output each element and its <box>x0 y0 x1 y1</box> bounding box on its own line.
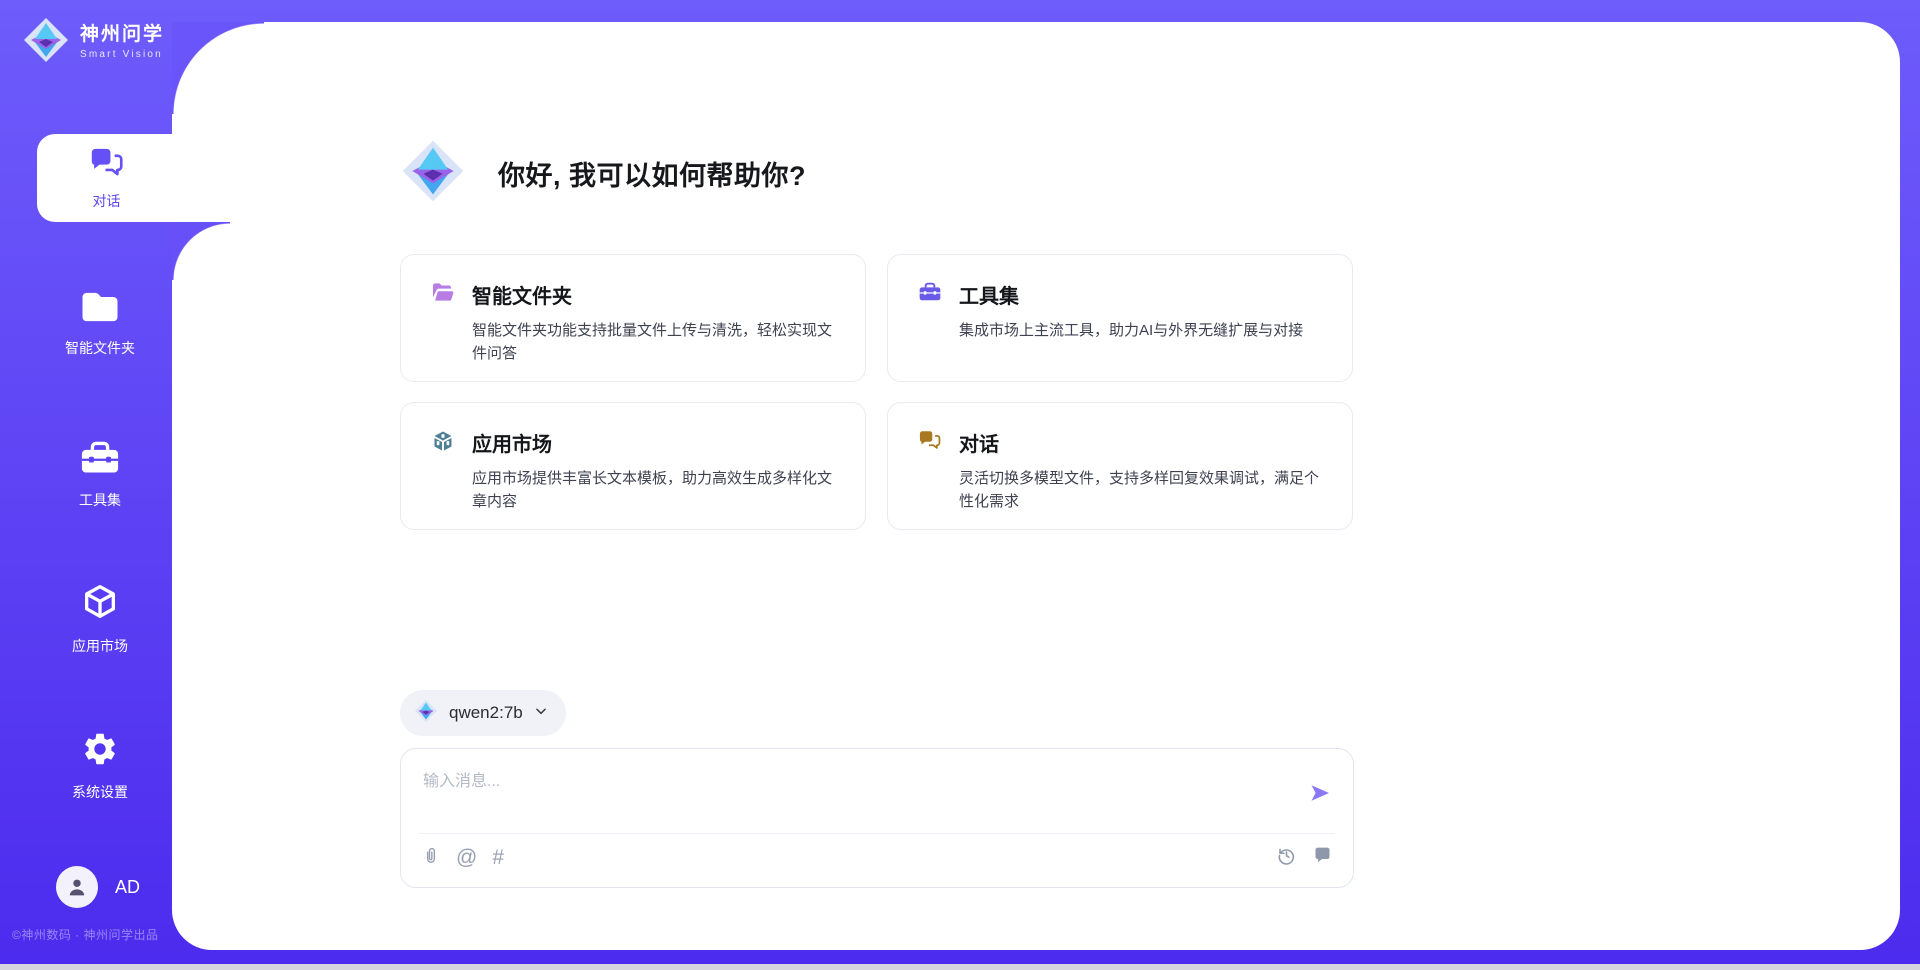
composer-tools-left: @ # <box>421 845 504 870</box>
hashtag-button[interactable]: # <box>492 847 504 868</box>
sidebar-item-label: 系统设置 <box>72 782 128 802</box>
card-title: 对话 <box>959 428 1326 457</box>
greeting-block: 你好, 我可以如何帮助你? <box>400 138 806 209</box>
message-composer: @ # <box>400 748 1354 888</box>
card-description: 智能文件夹功能支持批量文件上传与清洗，轻松实现文件问答 <box>472 319 839 366</box>
user-account[interactable]: AD <box>56 866 140 908</box>
card-toolset[interactable]: 工具集 集成市场上主流工具，助力AI与外界无缝扩展与对接 <box>887 254 1353 382</box>
card-smart-folder[interactable]: 智能文件夹 智能文件夹功能支持批量文件上传与清洗，轻松实现文件问答 <box>400 254 866 382</box>
card-chat[interactable]: 对话 灵活切换多模型文件，支持多样回复效果调试，满足个性化需求 <box>887 402 1353 530</box>
segmented-cube-icon <box>431 429 455 529</box>
at-icon: @ <box>456 847 477 868</box>
paperclip-icon <box>421 845 441 870</box>
model-selector[interactable]: qwen2:7b <box>400 690 566 736</box>
card-title: 智能文件夹 <box>472 280 839 309</box>
message-input[interactable] <box>421 765 1285 823</box>
composer-tools-right <box>1276 845 1333 869</box>
chat-bubbles-icon <box>89 145 125 184</box>
window-bottom-edge <box>0 964 1920 970</box>
toolbox-icon <box>79 440 121 481</box>
send-button[interactable] <box>1307 781 1333 807</box>
sidebar-item-smart-folder[interactable]: 智能文件夹 <box>25 290 175 358</box>
sidebar-curve-bottom <box>172 222 230 280</box>
brand-logo-block: 神州问学 Smart Vision <box>22 16 164 69</box>
sidebar-item-toolset[interactable]: 工具集 <box>25 440 175 510</box>
sidebar-item-label: 工具集 <box>79 490 121 510</box>
folder-open-icon <box>431 281 455 381</box>
greeting-diamond-logo-icon <box>400 138 466 209</box>
card-app-market[interactable]: 应用市场 应用市场提供丰富长文本模板，助力高效生成多样化文章内容 <box>400 402 866 530</box>
card-description: 灵活切换多模型文件，支持多样回复效果调试，满足个性化需求 <box>959 467 1326 514</box>
sidebar-item-label: 应用市场 <box>72 636 128 656</box>
feature-cards: 智能文件夹 智能文件夹功能支持批量文件上传与清洗，轻松实现文件问答 工具集 <box>400 254 1353 530</box>
toolbox-icon <box>918 281 942 381</box>
card-description: 集成市场上主流工具，助力AI与外界无缝扩展与对接 <box>959 319 1303 342</box>
sidebar-footer-credit: ©神州数码 · 神州问学出品 <box>12 926 182 943</box>
mention-button[interactable]: @ <box>456 847 477 868</box>
feedback-button[interactable] <box>1312 845 1333 869</box>
sidebar-item-settings[interactable]: 系统设置 <box>25 730 175 802</box>
greeting-title: 你好, 我可以如何帮助你? <box>498 154 806 193</box>
card-description: 应用市场提供丰富长文本模板，助力高效生成多样化文章内容 <box>472 467 839 514</box>
card-title: 工具集 <box>959 280 1303 309</box>
user-name: AD <box>115 877 140 898</box>
app-window: 神州问学 Smart Vision 对话 智能文件夹 <box>0 0 1920 970</box>
history-button[interactable] <box>1276 845 1297 869</box>
history-clock-icon <box>1276 845 1297 869</box>
sidebar-item-label: 智能文件夹 <box>65 338 135 358</box>
composer-divider <box>419 833 1335 834</box>
attach-file-button[interactable] <box>421 845 441 870</box>
cube-icon <box>80 582 120 627</box>
sidebar-item-chat[interactable]: 对话 <box>37 134 176 222</box>
brand-title: 神州问学 <box>80 25 164 46</box>
model-name: qwen2:7b <box>449 703 523 723</box>
folder-icon <box>80 290 120 329</box>
chevron-down-icon <box>534 704 548 723</box>
brand-subtitle: Smart Vision <box>80 49 164 60</box>
model-diamond-logo-icon <box>414 699 438 728</box>
sidebar-item-app-market[interactable]: 应用市场 <box>25 582 175 656</box>
avatar <box>56 866 98 908</box>
sidebar-curve-top <box>172 22 264 114</box>
main-content: 你好, 我可以如何帮助你? 智能文件夹 智能文件夹功能支持批量文件上传与清洗，轻… <box>400 0 1354 970</box>
brand-diamond-logo-icon <box>22 16 70 69</box>
gear-icon <box>81 730 119 773</box>
hash-icon: # <box>492 847 504 868</box>
chat-solid-icon <box>1312 845 1333 869</box>
chat-bubbles-icon <box>918 429 942 529</box>
card-title: 应用市场 <box>472 428 839 457</box>
sidebar-item-label: 对话 <box>93 191 121 211</box>
